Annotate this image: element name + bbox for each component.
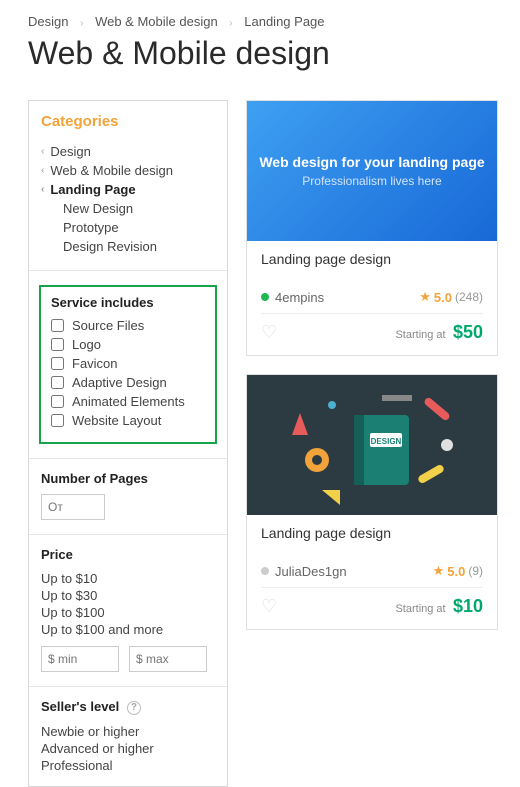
heart-icon[interactable]: ♡ — [261, 596, 277, 617]
price-option[interactable]: Up to $100 — [41, 604, 215, 621]
chevron-left-icon: ‹ — [41, 165, 44, 176]
price-filter: Price Up to $10 Up to $30 Up to $100 Up … — [29, 535, 227, 672]
checkbox[interactable] — [51, 395, 64, 408]
checkbox[interactable] — [51, 376, 64, 389]
price-option[interactable]: Up to $10 — [41, 570, 215, 587]
service-card[interactable]: Web design for your landing page Profess… — [246, 100, 498, 356]
category-item-prototype[interactable]: Prototype — [41, 218, 215, 237]
category-item-design[interactable]: ‹Design — [41, 142, 215, 161]
filter-website-layout[interactable]: Website Layout — [51, 411, 205, 430]
card-title: Landing page design — [261, 525, 483, 541]
seller-level-option[interactable]: Advanced or higher — [41, 740, 215, 757]
page-title: Web & Mobile design — [28, 35, 498, 72]
price: Starting at $50 — [395, 322, 483, 343]
seller-name[interactable]: 4empins — [275, 290, 324, 305]
chevron-left-icon: ‹ — [41, 146, 44, 157]
service-includes-filter: Service includes Source Files Logo Favic… — [39, 285, 217, 444]
rating-count: (248) — [455, 290, 483, 304]
filter-favicon[interactable]: Favicon — [51, 354, 205, 373]
rating: ★ 5.0 (248) — [419, 289, 483, 305]
category-item-web-mobile[interactable]: ‹Web & Mobile design — [41, 161, 215, 180]
rating-value: 5.0 — [447, 564, 465, 579]
svg-text:DESIGN: DESIGN — [371, 437, 402, 446]
category-item-new-design[interactable]: New Design — [41, 199, 215, 218]
seller-level-heading: Seller's level ? — [41, 699, 215, 715]
banner-title: Web design for your landing page — [259, 154, 484, 170]
banner-subtitle: Professionalism lives here — [302, 174, 441, 188]
price-option[interactable]: Up to $100 and more — [41, 621, 215, 638]
breadcrumb: Design › Web & Mobile design › Landing P… — [28, 14, 498, 29]
heart-icon[interactable]: ♡ — [261, 322, 277, 343]
chevron-left-icon: ‹ — [41, 184, 44, 195]
checkbox[interactable] — [51, 338, 64, 351]
checkbox[interactable] — [51, 357, 64, 370]
card-title: Landing page design — [261, 251, 483, 267]
star-icon: ★ — [419, 289, 431, 305]
breadcrumb-link[interactable]: Design — [28, 14, 68, 29]
seller-level-option[interactable]: Newbie or higher — [41, 723, 215, 740]
checkbox[interactable] — [51, 414, 64, 427]
card-thumbnail: Web design for your landing page Profess… — [247, 101, 497, 241]
category-item-landing-page[interactable]: ‹Landing Page — [41, 180, 215, 199]
filter-logo[interactable]: Logo — [51, 335, 205, 354]
price-heading: Price — [41, 547, 215, 562]
price-max-input[interactable] — [129, 646, 207, 672]
rating: ★ 5.0 (9) — [433, 563, 483, 579]
star-icon: ★ — [433, 563, 445, 579]
filter-source-files[interactable]: Source Files — [51, 316, 205, 335]
status-dot-icon — [261, 293, 269, 301]
checkbox[interactable] — [51, 319, 64, 332]
breadcrumb-link[interactable]: Landing Page — [244, 14, 324, 29]
price-min-input[interactable] — [41, 646, 119, 672]
filter-adaptive-design[interactable]: Adaptive Design — [51, 373, 205, 392]
category-item-design-revision[interactable]: Design Revision — [41, 237, 215, 256]
seller-name[interactable]: JuliaDes1gn — [275, 564, 347, 579]
results-list: Web design for your landing page Profess… — [246, 100, 498, 630]
pages-from-input[interactable] — [41, 494, 105, 520]
card-thumbnail: DESIGN — [247, 375, 497, 515]
pages-filter: Number of Pages — [29, 459, 227, 520]
breadcrumb-link[interactable]: Web & Mobile design — [95, 14, 218, 29]
price: Starting at $10 — [395, 596, 483, 617]
pages-heading: Number of Pages — [41, 471, 215, 486]
category-tree: ‹Design ‹Web & Mobile design ‹Landing Pa… — [41, 142, 215, 256]
chevron-right-icon: › — [80, 18, 83, 29]
service-includes-heading: Service includes — [51, 295, 205, 310]
service-card[interactable]: DESIGN Landing page design — [246, 374, 498, 630]
rating-count: (9) — [468, 564, 483, 578]
help-icon[interactable]: ? — [127, 701, 141, 715]
status-dot-icon — [261, 567, 269, 575]
seller-level-option[interactable]: Professional — [41, 757, 215, 774]
categories-heading: Categories — [41, 113, 215, 130]
price-option[interactable]: Up to $30 — [41, 587, 215, 604]
chevron-right-icon: › — [229, 18, 232, 29]
filter-animated-elements[interactable]: Animated Elements — [51, 392, 205, 411]
filters-sidebar: Categories ‹Design ‹Web & Mobile design … — [28, 100, 228, 787]
seller-level-filter: Seller's level ? Newbie or higher Advanc… — [29, 687, 227, 774]
divider — [29, 270, 227, 271]
rating-value: 5.0 — [434, 290, 452, 305]
